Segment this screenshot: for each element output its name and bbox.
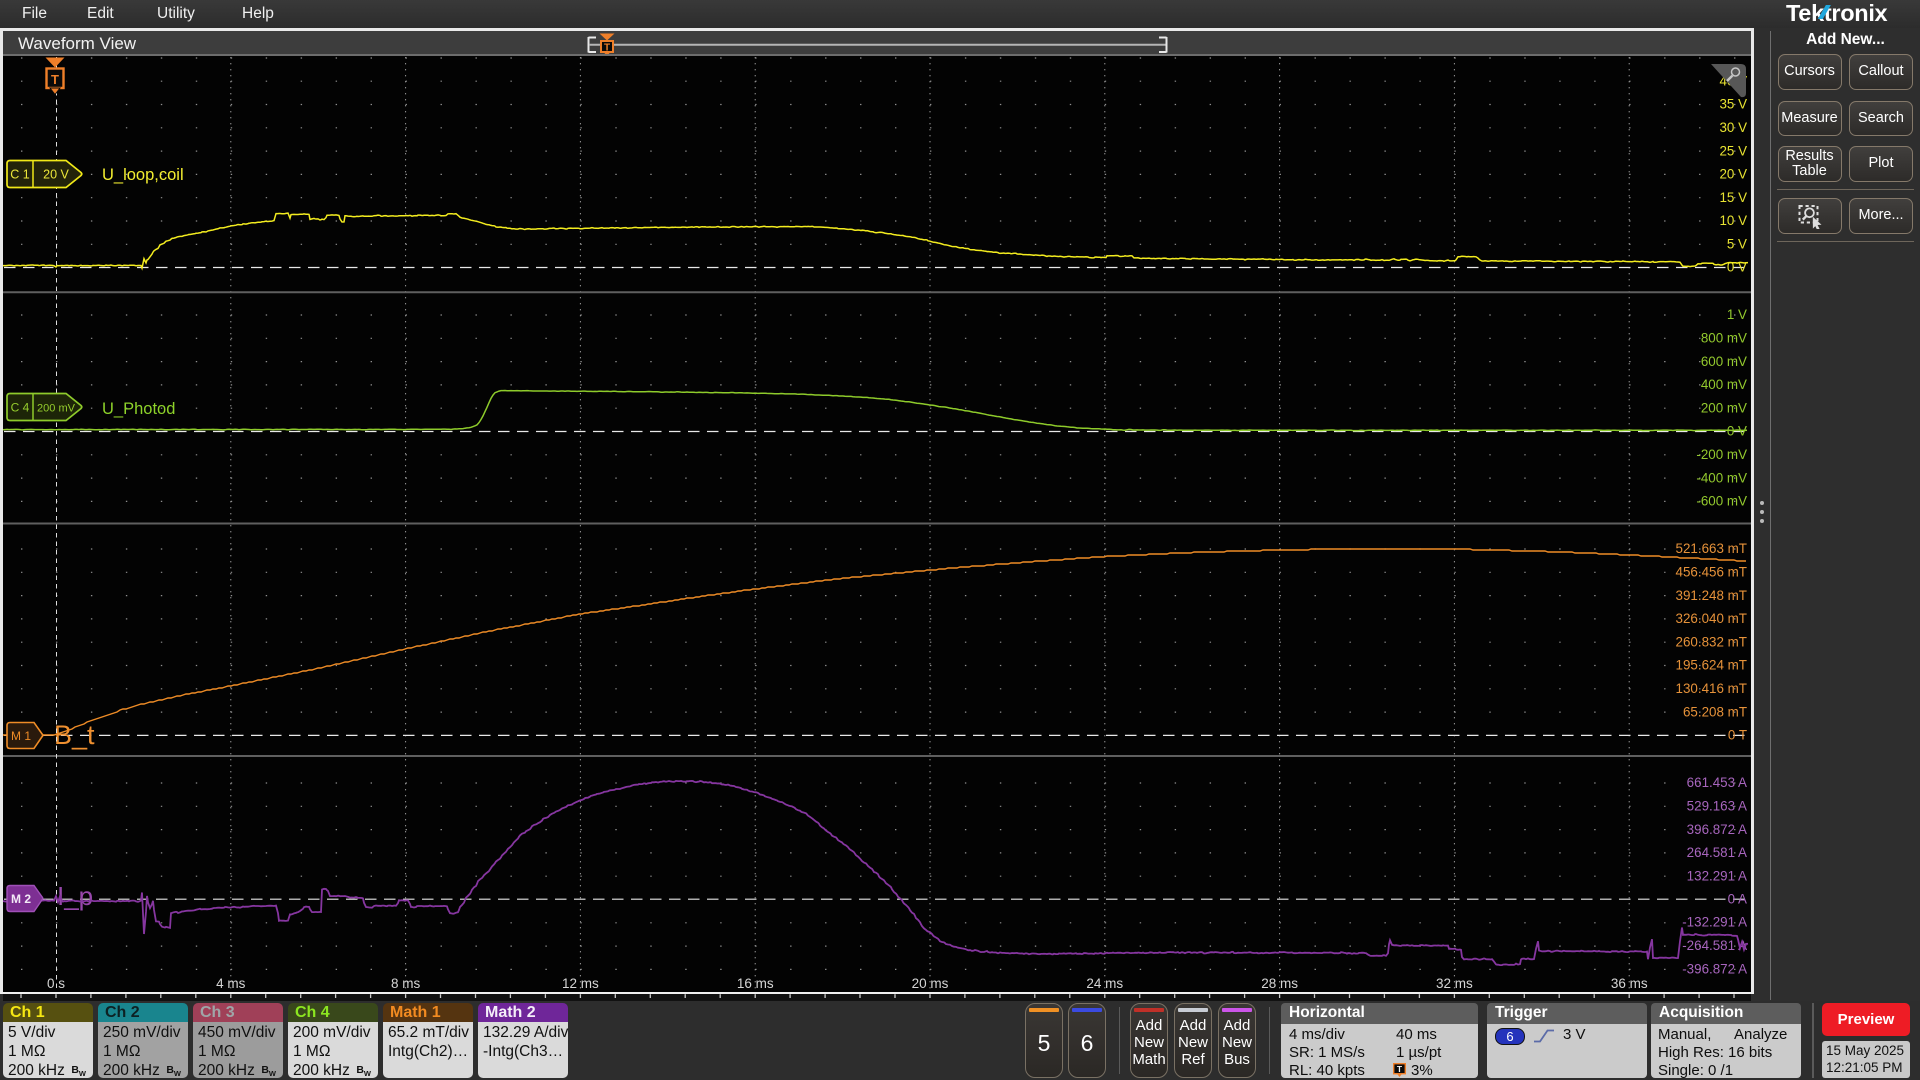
svg-text:30 V: 30 V <box>1719 120 1747 135</box>
svg-text:456.456 mT: 456.456 mT <box>1676 565 1747 580</box>
svg-text:28 ms: 28 ms <box>1261 976 1298 991</box>
svg-text:20 V: 20 V <box>1719 167 1747 182</box>
svg-text:16 ms: 16 ms <box>737 976 774 991</box>
svg-text:200 mV: 200 mV <box>37 403 76 415</box>
svg-text:130.416 mT: 130.416 mT <box>1676 681 1747 696</box>
svg-text:U_Photod: U_Photod <box>102 400 175 418</box>
svg-text:800 mV: 800 mV <box>1701 331 1747 346</box>
svg-text:25 V: 25 V <box>1719 143 1747 158</box>
svg-text:B_t: B_t <box>54 720 95 750</box>
svg-text:521.663 mT: 521.663 mT <box>1676 541 1747 556</box>
svg-text:391.248 mT: 391.248 mT <box>1676 588 1747 603</box>
svg-text:M 2: M 2 <box>11 892 31 906</box>
svg-text:T: T <box>1397 1064 1403 1074</box>
svg-text:260.832 mT: 260.832 mT <box>1676 634 1747 649</box>
svg-text:I_p: I_p <box>57 881 93 911</box>
svg-text:400 mV: 400 mV <box>1701 377 1747 392</box>
svg-text:35 V: 35 V <box>1719 97 1747 112</box>
svg-text:-396.872 A: -396.872 A <box>1682 961 1747 976</box>
svg-text:65.208 mT: 65.208 mT <box>1683 704 1747 719</box>
svg-text:-132.291 A: -132.291 A <box>1682 915 1747 930</box>
svg-text:0 V: 0 V <box>1727 424 1747 439</box>
svg-text:10 V: 10 V <box>1719 213 1747 228</box>
svg-text:5 V: 5 V <box>1727 237 1747 252</box>
svg-text:12 ms: 12 ms <box>562 976 599 991</box>
svg-text:-600 mV: -600 mV <box>1696 494 1747 509</box>
svg-text:0 T: 0 T <box>1728 728 1747 743</box>
svg-text:M 1: M 1 <box>11 729 31 743</box>
svg-text:T: T <box>51 72 59 87</box>
svg-text:396.872 A: 396.872 A <box>1687 822 1747 837</box>
svg-text:529.163 A: 529.163 A <box>1687 799 1747 814</box>
svg-text:T: T <box>604 43 610 54</box>
svg-text:15 V: 15 V <box>1719 190 1747 205</box>
svg-text:264.581 A: 264.581 A <box>1687 845 1747 860</box>
svg-text:8 ms: 8 ms <box>391 976 421 991</box>
svg-text:600 mV: 600 mV <box>1701 354 1747 369</box>
svg-text:20 ms: 20 ms <box>912 976 949 991</box>
svg-text:661.453 A: 661.453 A <box>1687 775 1747 790</box>
svg-text:36 ms: 36 ms <box>1611 976 1648 991</box>
svg-text:0 A: 0 A <box>1728 891 1747 906</box>
svg-text:200 mV: 200 mV <box>1701 400 1747 415</box>
svg-text:24 ms: 24 ms <box>1086 976 1123 991</box>
svg-text:C 1: C 1 <box>10 168 30 182</box>
svg-text:U_loop,coil: U_loop,coil <box>102 166 184 184</box>
svg-text:C 4: C 4 <box>11 401 30 415</box>
svg-text:20 V: 20 V <box>43 168 69 182</box>
svg-text:1 V: 1 V <box>1727 307 1747 322</box>
svg-text:32 ms: 32 ms <box>1436 976 1473 991</box>
svg-text:-400 mV: -400 mV <box>1696 470 1747 485</box>
svg-text:132.291 A: 132.291 A <box>1687 868 1747 883</box>
svg-text:4 ms: 4 ms <box>216 976 246 991</box>
svg-text:-200 mV: -200 mV <box>1696 447 1747 462</box>
svg-text:195.624 mT: 195.624 mT <box>1676 658 1747 673</box>
svg-text:326.040 mT: 326.040 mT <box>1676 611 1747 626</box>
